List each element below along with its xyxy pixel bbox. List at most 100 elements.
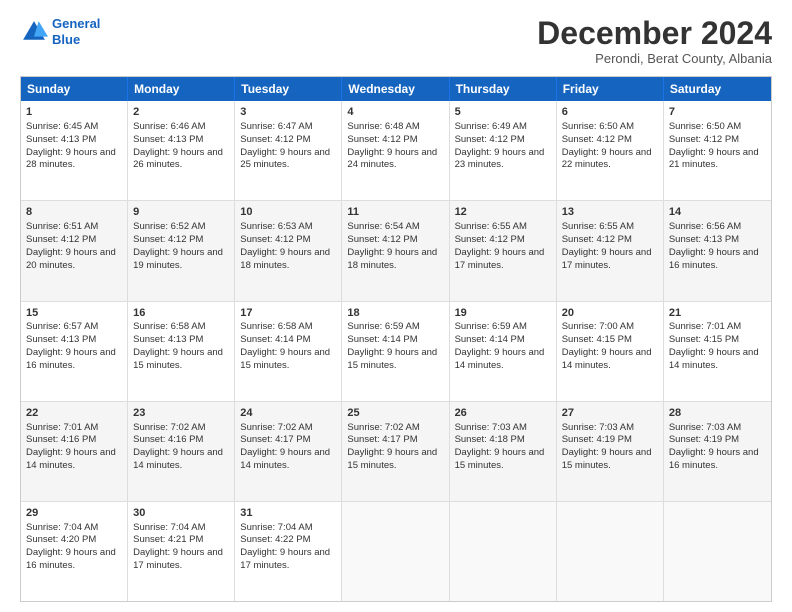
daylight: Daylight: 9 hours and 17 minutes. (240, 547, 330, 571)
sunset: Sunset: 4:14 PM (347, 334, 417, 345)
logo-text: General Blue (52, 16, 100, 47)
sunrise: Sunrise: 6:59 AM (455, 321, 527, 332)
title-block: December 2024 Perondi, Berat County, Alb… (537, 16, 772, 66)
sunset: Sunset: 4:20 PM (26, 534, 96, 545)
day-number: 16 (133, 306, 229, 321)
sunset: Sunset: 4:13 PM (669, 234, 739, 245)
sunset: Sunset: 4:19 PM (562, 434, 632, 445)
sunset: Sunset: 4:16 PM (26, 434, 96, 445)
sunrise: Sunrise: 6:59 AM (347, 321, 419, 332)
sunrise: Sunrise: 6:50 AM (562, 121, 634, 132)
sunrise: Sunrise: 6:53 AM (240, 221, 312, 232)
day-number: 14 (669, 205, 766, 220)
sunrise: Sunrise: 6:57 AM (26, 321, 98, 332)
logo-line2: Blue (52, 32, 80, 47)
day-cell-27: 27Sunrise: 7:03 AMSunset: 4:19 PMDayligh… (557, 402, 664, 501)
sunset: Sunset: 4:12 PM (455, 234, 525, 245)
day-number: 29 (26, 506, 122, 521)
sunset: Sunset: 4:13 PM (133, 334, 203, 345)
sunrise: Sunrise: 7:03 AM (562, 422, 634, 433)
daylight: Daylight: 9 hours and 14 minutes. (240, 447, 330, 471)
day-number: 19 (455, 306, 551, 321)
sunrise: Sunrise: 6:46 AM (133, 121, 205, 132)
day-cell-5: 5Sunrise: 6:49 AMSunset: 4:12 PMDaylight… (450, 101, 557, 200)
calendar-header: Sunday Monday Tuesday Wednesday Thursday… (21, 77, 771, 101)
daylight: Daylight: 9 hours and 21 minutes. (669, 147, 759, 171)
daylight: Daylight: 9 hours and 23 minutes. (455, 147, 545, 171)
sunset: Sunset: 4:12 PM (455, 134, 525, 145)
sunrise: Sunrise: 6:51 AM (26, 221, 98, 232)
empty-cell (342, 502, 449, 601)
sunrise: Sunrise: 6:56 AM (669, 221, 741, 232)
sunrise: Sunrise: 7:00 AM (562, 321, 634, 332)
day-number: 11 (347, 205, 443, 220)
daylight: Daylight: 9 hours and 14 minutes. (133, 447, 223, 471)
sunset: Sunset: 4:18 PM (455, 434, 525, 445)
empty-cell (557, 502, 664, 601)
day-number: 9 (133, 205, 229, 220)
daylight: Daylight: 9 hours and 17 minutes. (455, 247, 545, 271)
day-number: 21 (669, 306, 766, 321)
daylight: Daylight: 9 hours and 24 minutes. (347, 147, 437, 171)
day-cell-21: 21Sunrise: 7:01 AMSunset: 4:15 PMDayligh… (664, 302, 771, 401)
calendar-week-4: 22Sunrise: 7:01 AMSunset: 4:16 PMDayligh… (21, 402, 771, 502)
daylight: Daylight: 9 hours and 15 minutes. (562, 447, 652, 471)
sunset: Sunset: 4:19 PM (669, 434, 739, 445)
calendar: Sunday Monday Tuesday Wednesday Thursday… (20, 76, 772, 602)
day-number: 20 (562, 306, 658, 321)
day-number: 2 (133, 105, 229, 120)
day-number: 8 (26, 205, 122, 220)
day-cell-29: 29Sunrise: 7:04 AMSunset: 4:20 PMDayligh… (21, 502, 128, 601)
sunset: Sunset: 4:21 PM (133, 534, 203, 545)
day-number: 31 (240, 506, 336, 521)
daylight: Daylight: 9 hours and 19 minutes. (133, 247, 223, 271)
daylight: Daylight: 9 hours and 14 minutes. (455, 347, 545, 371)
sunset: Sunset: 4:12 PM (240, 234, 310, 245)
daylight: Daylight: 9 hours and 28 minutes. (26, 147, 116, 171)
day-cell-22: 22Sunrise: 7:01 AMSunset: 4:16 PMDayligh… (21, 402, 128, 501)
sunrise: Sunrise: 7:02 AM (240, 422, 312, 433)
sunset: Sunset: 4:17 PM (240, 434, 310, 445)
daylight: Daylight: 9 hours and 14 minutes. (562, 347, 652, 371)
daylight: Daylight: 9 hours and 16 minutes. (669, 447, 759, 471)
calendar-body: 1Sunrise: 6:45 AMSunset: 4:13 PMDaylight… (21, 101, 771, 601)
sunset: Sunset: 4:12 PM (240, 134, 310, 145)
sunset: Sunset: 4:13 PM (133, 134, 203, 145)
daylight: Daylight: 9 hours and 15 minutes. (347, 447, 437, 471)
header-saturday: Saturday (664, 77, 771, 101)
day-cell-16: 16Sunrise: 6:58 AMSunset: 4:13 PMDayligh… (128, 302, 235, 401)
sunrise: Sunrise: 7:03 AM (455, 422, 527, 433)
sunrise: Sunrise: 7:03 AM (669, 422, 741, 433)
logo-icon (20, 18, 48, 46)
day-number: 30 (133, 506, 229, 521)
day-number: 15 (26, 306, 122, 321)
day-cell-15: 15Sunrise: 6:57 AMSunset: 4:13 PMDayligh… (21, 302, 128, 401)
day-cell-9: 9Sunrise: 6:52 AMSunset: 4:12 PMDaylight… (128, 201, 235, 300)
sunset: Sunset: 4:13 PM (26, 334, 96, 345)
page: General Blue December 2024 Perondi, Bera… (0, 0, 792, 612)
day-number: 25 (347, 406, 443, 421)
sunrise: Sunrise: 7:01 AM (669, 321, 741, 332)
sunset: Sunset: 4:12 PM (347, 134, 417, 145)
day-cell-23: 23Sunrise: 7:02 AMSunset: 4:16 PMDayligh… (128, 402, 235, 501)
day-cell-20: 20Sunrise: 7:00 AMSunset: 4:15 PMDayligh… (557, 302, 664, 401)
daylight: Daylight: 9 hours and 18 minutes. (240, 247, 330, 271)
daylight: Daylight: 9 hours and 16 minutes. (669, 247, 759, 271)
sunset: Sunset: 4:14 PM (240, 334, 310, 345)
day-number: 7 (669, 105, 766, 120)
header-monday: Monday (128, 77, 235, 101)
header-friday: Friday (557, 77, 664, 101)
day-cell-31: 31Sunrise: 7:04 AMSunset: 4:22 PMDayligh… (235, 502, 342, 601)
daylight: Daylight: 9 hours and 16 minutes. (26, 547, 116, 571)
daylight: Daylight: 9 hours and 15 minutes. (240, 347, 330, 371)
day-cell-3: 3Sunrise: 6:47 AMSunset: 4:12 PMDaylight… (235, 101, 342, 200)
logo: General Blue (20, 16, 100, 47)
day-cell-17: 17Sunrise: 6:58 AMSunset: 4:14 PMDayligh… (235, 302, 342, 401)
sunset: Sunset: 4:17 PM (347, 434, 417, 445)
day-cell-4: 4Sunrise: 6:48 AMSunset: 4:12 PMDaylight… (342, 101, 449, 200)
day-cell-8: 8Sunrise: 6:51 AMSunset: 4:12 PMDaylight… (21, 201, 128, 300)
location: Perondi, Berat County, Albania (537, 51, 772, 66)
daylight: Daylight: 9 hours and 15 minutes. (347, 347, 437, 371)
header-tuesday: Tuesday (235, 77, 342, 101)
day-number: 17 (240, 306, 336, 321)
